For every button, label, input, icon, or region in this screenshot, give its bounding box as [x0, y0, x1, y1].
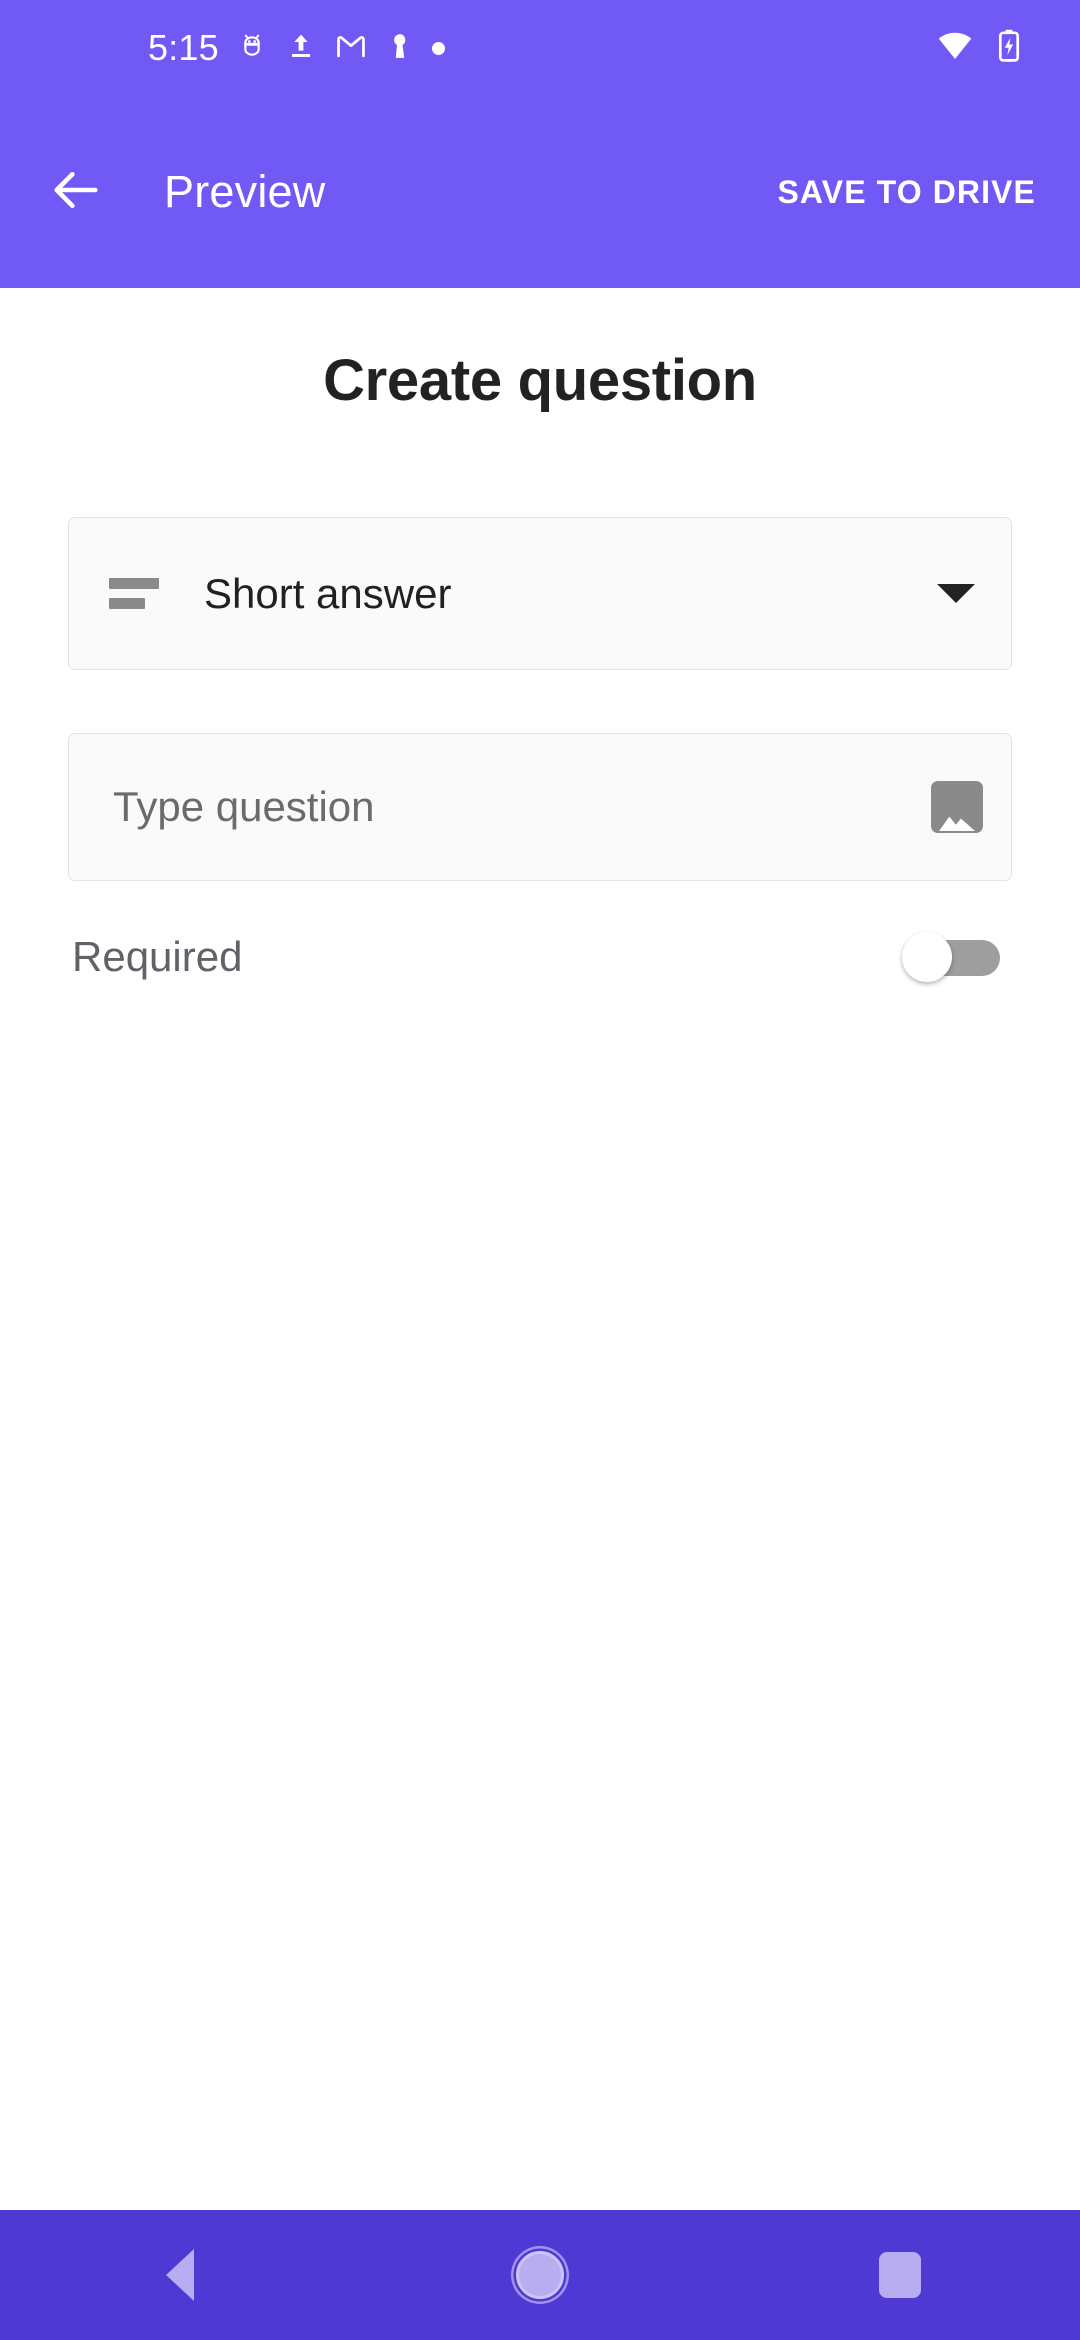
required-label: Required — [72, 933, 243, 980]
nav-back-icon — [166, 2249, 194, 2301]
toggle-thumb — [902, 932, 952, 982]
upload-icon — [285, 30, 317, 67]
vpn-key-icon — [385, 30, 415, 67]
app-bar-title: Preview — [164, 166, 326, 217]
page-title: Create question — [323, 348, 757, 413]
android-navigation-bar — [0, 2210, 1080, 2340]
nav-home-icon — [516, 2251, 564, 2299]
app-bar: Preview SAVE TO DRIVE — [0, 96, 1080, 288]
required-toggle[interactable] — [902, 932, 1000, 982]
insert-image-icon[interactable] — [931, 781, 983, 833]
nav-recents-button[interactable] — [810, 2210, 990, 2340]
android-debug-icon — [236, 30, 268, 67]
status-bar-left: 5:15 — [0, 29, 445, 68]
status-clock: 5:15 — [148, 27, 219, 68]
question-input-placeholder: Type question — [113, 783, 375, 830]
status-bar: 5:15 — [0, 0, 1080, 96]
phone-screen: 5:15 Preview SAVE TO DRIVE Create questi… — [0, 0, 1080, 2340]
status-bar-right — [936, 28, 1050, 69]
back-button[interactable] — [24, 140, 128, 244]
nav-back-button[interactable] — [90, 2210, 270, 2340]
short-answer-icon — [109, 578, 159, 609]
chevron-down-icon[interactable] — [937, 584, 975, 603]
required-row: Required — [68, 881, 1012, 982]
notification-dot-icon — [431, 41, 445, 55]
question-type-value: Short answer — [204, 569, 452, 617]
battery-charging-icon — [996, 28, 1022, 69]
nav-recents-icon — [879, 2252, 921, 2298]
question-type-dropdown[interactable]: Short answer — [68, 517, 1012, 670]
save-to-drive-button[interactable]: SAVE TO DRIVE — [777, 174, 1036, 211]
content-area: Create question Short answer Type questi… — [0, 288, 1080, 2210]
nav-home-button[interactable] — [450, 2210, 630, 2340]
gmail-icon — [334, 29, 368, 68]
arrow-back-icon — [47, 161, 105, 224]
question-input-field[interactable]: Type question — [68, 733, 1012, 881]
wifi-icon — [936, 29, 974, 68]
